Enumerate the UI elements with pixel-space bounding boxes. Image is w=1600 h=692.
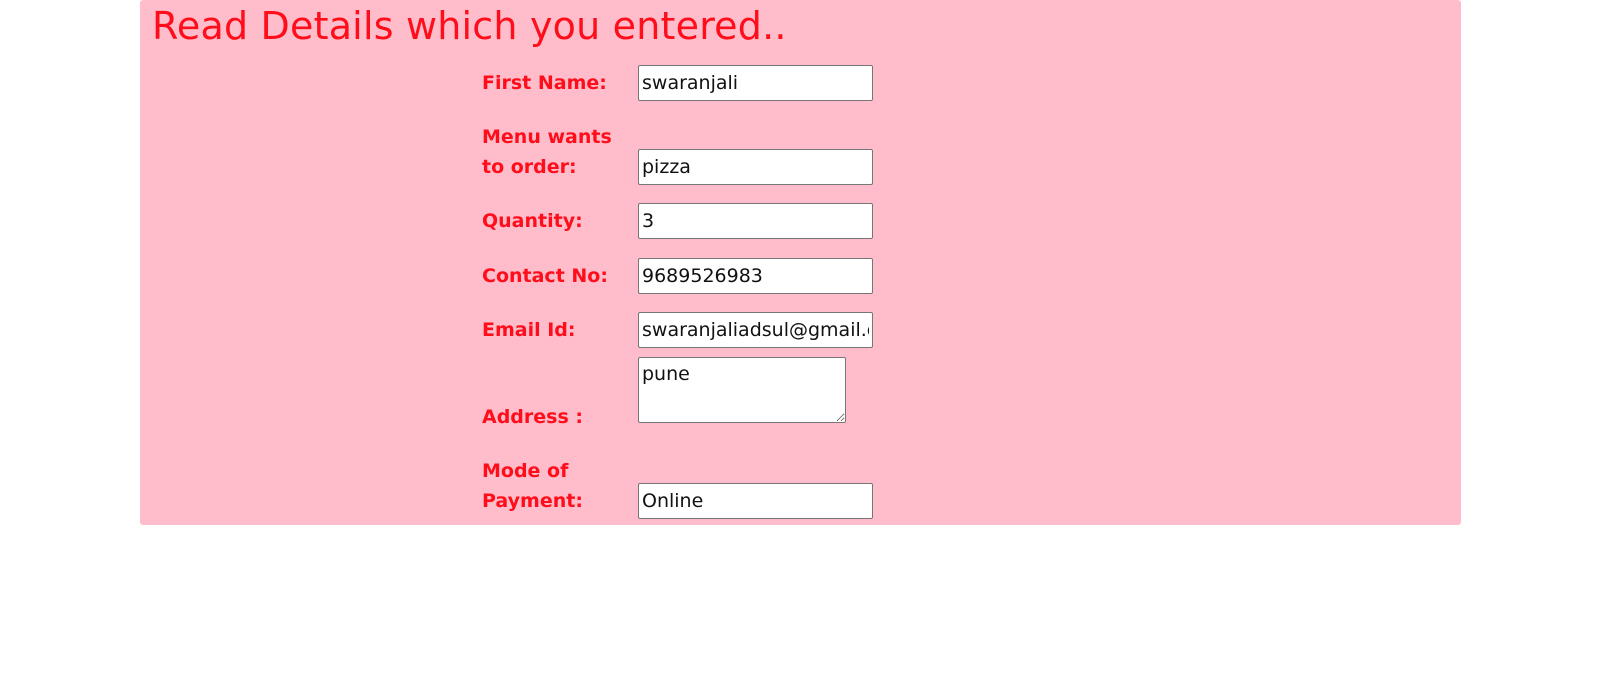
address-label: Address : [482, 406, 583, 428]
quantity-label: Quantity: [482, 210, 583, 232]
page-title: Read Details which you entered.. [152, 4, 787, 48]
email-label: Email Id: [482, 319, 576, 341]
quantity-input[interactable] [638, 203, 873, 239]
contact-input[interactable] [638, 258, 873, 294]
menu-label-line1: Menu wants [482, 126, 612, 148]
first-name-input[interactable] [638, 65, 873, 101]
address-textarea[interactable]: pune [638, 357, 846, 423]
menu-input[interactable] [638, 149, 873, 185]
menu-label-line2: to order: [482, 156, 577, 178]
contact-label: Contact No: [482, 265, 608, 287]
payment-label-line2: Payment: [482, 490, 583, 512]
email-input[interactable] [638, 312, 873, 348]
details-panel: Read Details which you entered.. First N… [140, 0, 1461, 525]
first-name-label: First Name: [482, 72, 607, 94]
payment-label-line1: Mode of [482, 460, 569, 482]
payment-input[interactable] [638, 483, 873, 519]
